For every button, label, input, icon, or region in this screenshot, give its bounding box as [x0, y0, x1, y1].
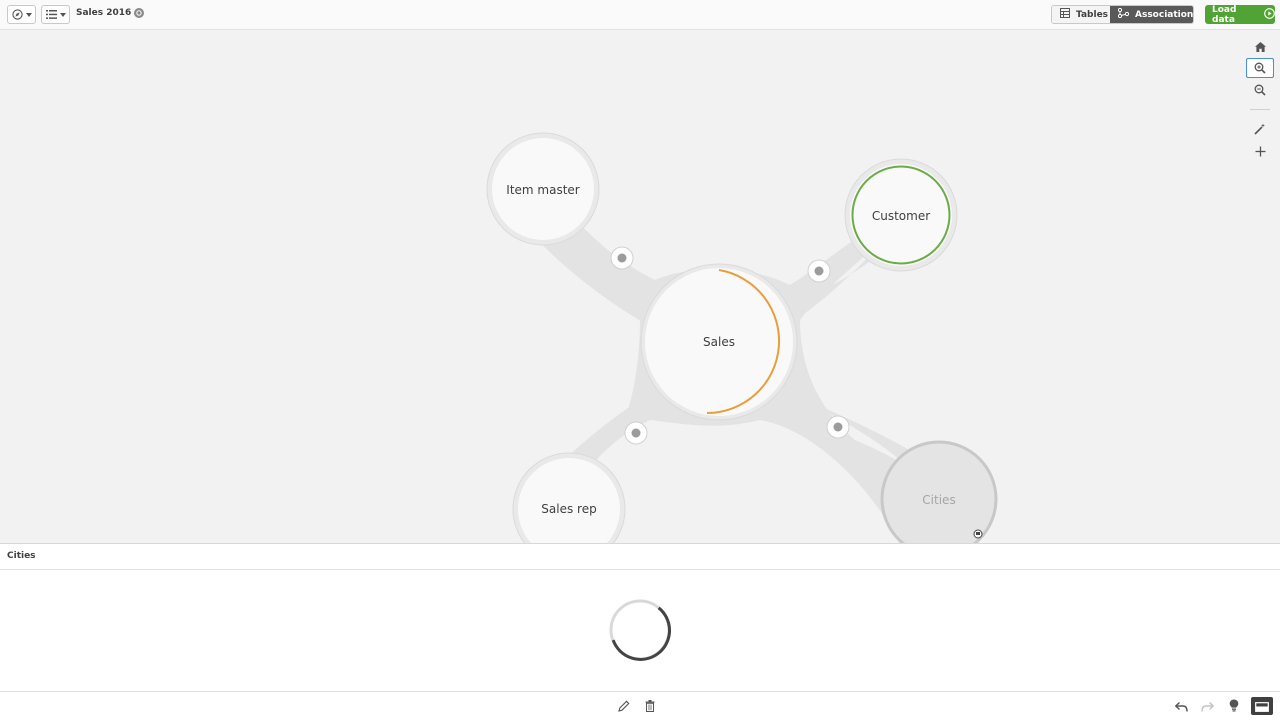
- tab-associations[interactable]: Associations: [1110, 6, 1193, 23]
- zoom-out-button[interactable]: [1246, 80, 1274, 100]
- tab-tables[interactable]: Tables: [1052, 6, 1110, 23]
- bottom-toolbar: [0, 691, 1280, 720]
- undo-button[interactable]: [1173, 698, 1189, 714]
- toggle-preview-button[interactable]: [1251, 697, 1273, 715]
- associations-canvas[interactable]: Item master Customer Sales Sales rep Cit…: [0, 30, 1280, 543]
- auto-layout-button[interactable]: [1246, 119, 1274, 139]
- redo-button[interactable]: [1199, 698, 1215, 714]
- list-menu-button[interactable]: [41, 5, 70, 24]
- trash-icon: [645, 697, 655, 716]
- zoom-in-icon: [1254, 59, 1266, 78]
- list-icon: [45, 10, 57, 19]
- association-network: [486, 132, 998, 543]
- node-label-item-master: Item master: [506, 183, 580, 197]
- home-button[interactable]: [1246, 36, 1274, 56]
- association-icon: [1117, 7, 1130, 21]
- tools-divider: [1250, 109, 1270, 110]
- hand-cursor-icon: [973, 529, 983, 539]
- undo-icon: [1174, 697, 1188, 716]
- zoom-out-icon: [1254, 81, 1266, 100]
- plus-icon: [1255, 142, 1266, 161]
- table-icon: [1060, 8, 1070, 21]
- edit-button[interactable]: [616, 698, 632, 714]
- node-label-sales: Sales: [703, 335, 735, 349]
- add-data-button[interactable]: [1246, 141, 1274, 161]
- load-data-button[interactable]: Load data: [1205, 5, 1275, 25]
- compass-icon: [11, 9, 23, 20]
- magic-wand-icon: [1254, 120, 1266, 139]
- node-label-customer: Customer: [871, 209, 931, 223]
- app-title: Sales 2016: [76, 8, 145, 18]
- app-info-icon[interactable]: [134, 8, 145, 18]
- panel-icon: [1255, 697, 1269, 716]
- node-label-sales-rep: Sales rep: [541, 502, 597, 516]
- preview-title: Cities: [7, 551, 36, 561]
- top-toolbar: Sales 2016 Tables Associations Load data: [0, 0, 1280, 30]
- lightbulb-icon: [1229, 697, 1239, 716]
- loading-spinner: [608, 598, 672, 666]
- preview-divider: [0, 569, 1280, 570]
- navigation-menu-button[interactable]: [7, 5, 36, 24]
- node-label-cities: Cities: [922, 493, 956, 507]
- pencil-icon: [618, 697, 630, 716]
- home-icon: [1254, 37, 1266, 56]
- chevron-down-icon: [59, 12, 66, 17]
- view-switcher: Tables Associations: [1051, 5, 1194, 24]
- delete-button[interactable]: [642, 698, 658, 714]
- table-preview-panel: Cities: [0, 543, 1280, 691]
- redo-icon: [1200, 697, 1214, 716]
- insights-button[interactable]: [1226, 698, 1242, 714]
- play-icon: [1264, 7, 1275, 22]
- zoom-in-button[interactable]: [1246, 58, 1274, 78]
- chevron-down-icon: [25, 12, 32, 17]
